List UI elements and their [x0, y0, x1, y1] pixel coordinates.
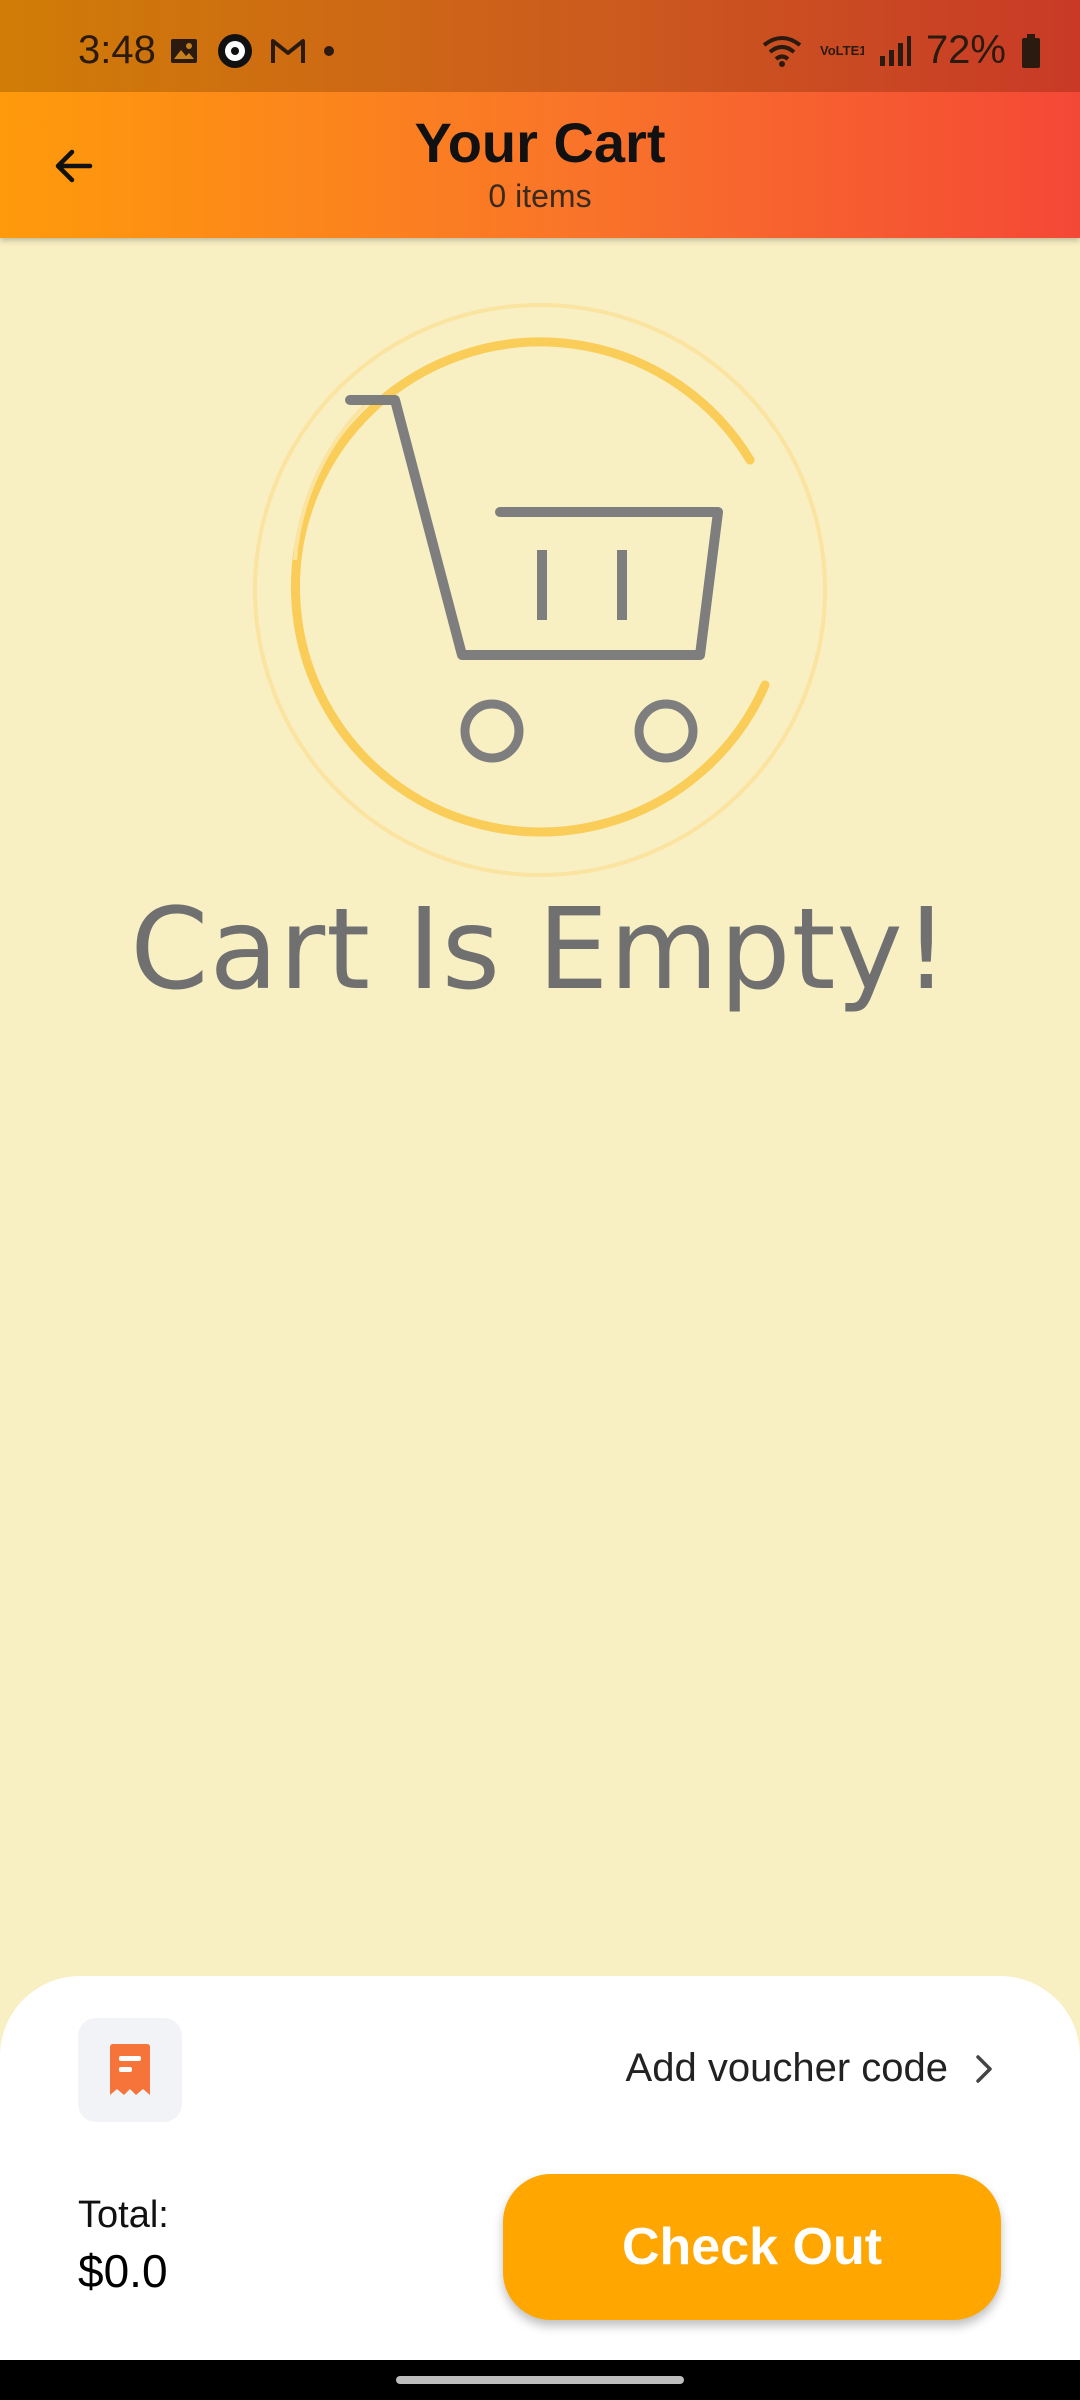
signal-icon	[879, 35, 911, 66]
battery-icon	[1022, 33, 1040, 68]
voucher-label: Add voucher code	[625, 2046, 948, 2090]
page-title: Your Cart	[414, 111, 666, 174]
chevron-right-icon	[976, 2054, 992, 2083]
voucher-icon-button[interactable]	[78, 2018, 182, 2122]
home-gesture-handle[interactable]	[396, 2376, 684, 2384]
system-icons: VoLTE1 72%	[760, 28, 1042, 73]
empty-cart-message: Cart Is Empty!	[130, 885, 950, 1015]
cart-footer: Add voucher code Total: $0.0 Check Out	[0, 1976, 1080, 2360]
add-voucher-link[interactable]: Add voucher code	[626, 2046, 996, 2091]
status-time: 3:48	[78, 28, 156, 72]
status-bar: 3:48 VoLTE1 72%	[0, 0, 1080, 92]
checkout-button[interactable]: Check Out	[503, 2174, 1001, 2320]
image-icon	[171, 39, 197, 63]
wifi-icon	[762, 35, 802, 67]
total-value: $0.0	[78, 2245, 168, 2297]
cart-icon	[253, 303, 827, 877]
item-count: 0 items	[488, 178, 592, 214]
volte-label: VoLTE1	[820, 43, 864, 58]
receipt-icon	[110, 2044, 150, 2095]
header: 3:48 VoLTE1 72% Your Cart 0 items	[0, 0, 1080, 238]
app-bar: Your Cart 0 items	[0, 92, 1080, 238]
gmail-icon	[271, 39, 305, 63]
volte-icon: VoLTE1	[820, 43, 864, 58]
app-icon	[218, 34, 252, 68]
dot-icon	[324, 46, 334, 56]
navigation-bar	[0, 2360, 1080, 2400]
total-label: Total:	[78, 2194, 169, 2236]
battery-percent: 72%	[925, 28, 1006, 72]
notification-icons	[168, 32, 336, 70]
